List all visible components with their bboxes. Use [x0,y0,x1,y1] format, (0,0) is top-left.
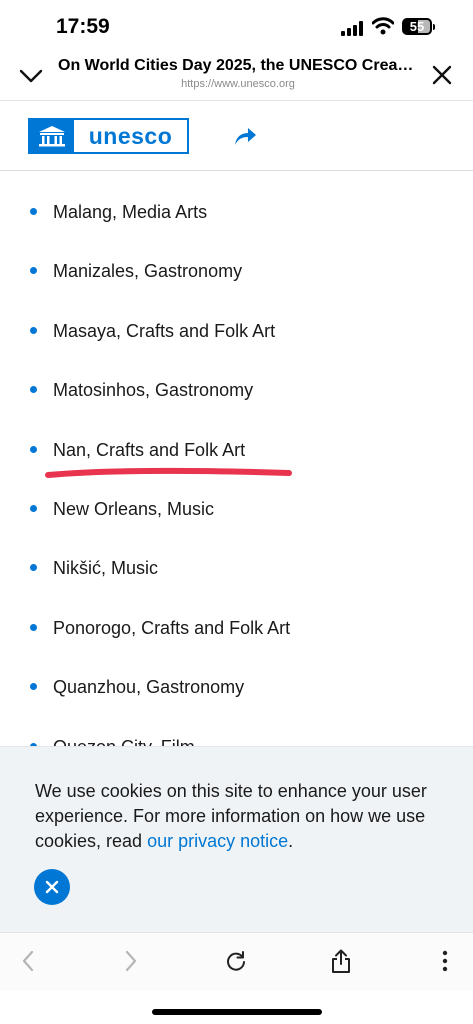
city-text: Malang, Media Arts [53,202,208,222]
browser-toolbar [0,932,473,991]
battery-level: 55 [409,19,425,34]
battery-icon: 55 [402,18,432,35]
list-item: Matosinhos, Gastronomy [0,361,473,420]
share-icon[interactable] [232,125,258,149]
home-indicator[interactable] [152,1009,322,1015]
list-item: Masaya, Crafts and Folk Art [0,302,473,361]
privacy-notice-link[interactable]: our privacy notice [147,831,288,851]
city-text: Masaya, Crafts and Folk Art [53,320,276,341]
bullet-icon [30,326,37,334]
cookie-message-end: . [288,831,294,851]
battery-cap [433,24,435,30]
unesco-logo[interactable]: unesco [28,118,189,154]
chevron-down-icon[interactable] [18,62,44,88]
city-text: Ponorogo, Crafts and Folk Art [53,617,291,638]
site-header: unesco [0,101,473,171]
status-bar: 17:59 55 [0,0,473,52]
close-icon [45,880,59,894]
bullet-icon [30,564,37,572]
close-cookie-button[interactable] [34,869,70,905]
cookie-banner: We use cookies on this site to enhance y… [0,746,473,933]
city-text: Matosinhos, Gastronomy [53,380,254,401]
city-text: Nikšić, Music [53,558,159,579]
list-item: Ponorogo, Crafts and Folk Art [0,599,473,658]
bullet-icon [30,208,37,215]
browser-header: On World Cities Day 2025, the UNESCO Cre… [0,52,473,101]
bullet-icon [30,386,37,394]
list-item: Nikšić, Music [0,539,473,598]
bullet-icon [30,445,37,453]
signal-icon [341,20,365,36]
list-item: New Orleans, Music [0,480,473,539]
forward-arrow-icon[interactable] [117,947,145,975]
cookie-text: We use cookies on this site to enhance y… [35,779,445,854]
city-text: Quanzhou, Gastronomy [53,677,245,698]
city-text: Nan, Crafts and Folk Art [53,439,246,460]
close-icon[interactable] [429,62,455,88]
list-item: Malang, Media Arts [0,183,473,242]
share-icon[interactable] [327,947,355,975]
temple-icon [30,120,74,152]
city-text: New Orleans, Music [53,498,215,519]
bullet-icon [30,683,37,691]
back-arrow-icon[interactable] [14,947,42,975]
page-url: https://www.unesco.org [181,78,295,90]
wifi-icon [371,17,395,35]
logo-text: unesco [88,122,173,149]
list-item: Quanzhou, Gastronomy [0,658,473,717]
page-title: On World Cities Day 2025, the UNESCO Cre… [58,57,418,74]
bullet-icon [30,504,37,512]
reload-icon[interactable] [222,947,250,975]
list-item: Manizales, Gastronomy [0,242,473,301]
city-text: Manizales, Gastronomy [53,261,243,282]
bullet-icon [30,267,37,275]
bullet-icon [30,623,37,631]
highlight-underline [45,467,292,478]
status-time: 17:59 [56,15,110,38]
more-options-icon[interactable] [431,947,459,975]
